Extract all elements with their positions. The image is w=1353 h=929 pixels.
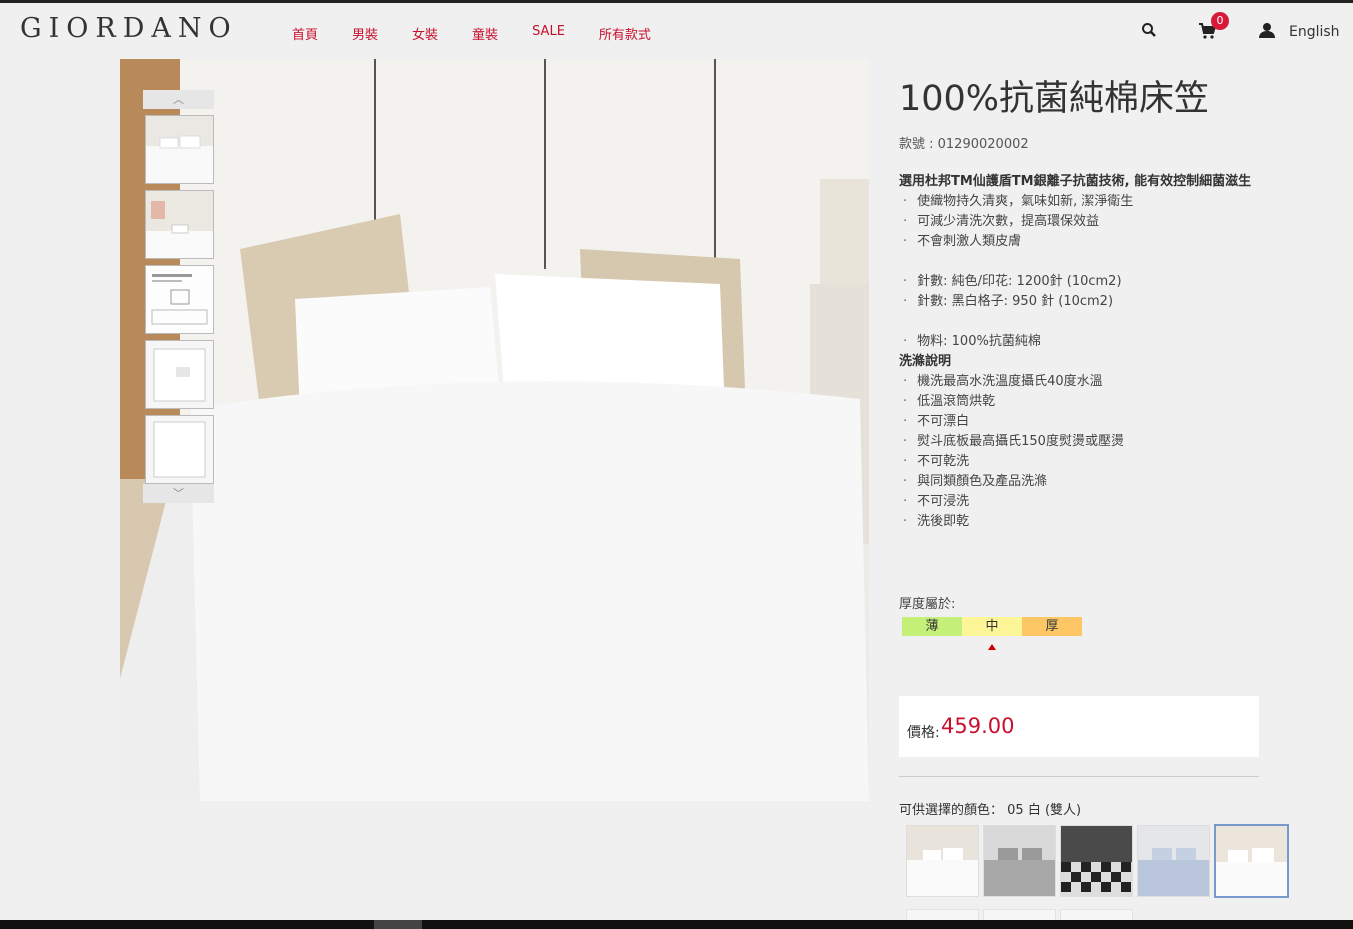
price-box: 價格: 459.00 (899, 696, 1259, 757)
thickness-thin: 薄 (902, 617, 962, 636)
cart-count-badge[interactable]: 0 (1211, 12, 1229, 30)
care-heading: 洗滌說明 (899, 354, 952, 369)
feature-item: 可減少清洗次數，提高環保效益 (899, 212, 1259, 232)
care-item: 機洗最高水洗溫度攝氏40度水溫 (899, 372, 1259, 392)
care-item: 不可乾洗 (899, 452, 1259, 472)
thickness-label: 厚度屬於: (899, 597, 956, 612)
color-swatch[interactable] (1060, 825, 1133, 897)
thickness-medium: 中 (962, 617, 1022, 636)
care-item: 熨斗底板最高攝氏150度熨燙或壓燙 (899, 432, 1259, 452)
scrollbar-thumb[interactable] (374, 920, 422, 929)
language-switch[interactable]: English (1289, 24, 1340, 40)
thumbnail-5[interactable] (145, 415, 214, 484)
thread-count-item: 針數: 黑白格子: 950 針 (10cm2) (899, 292, 1259, 312)
color-label-text: 可供選擇的顏色： (899, 803, 1004, 818)
nav-kids[interactable]: 童裝 (472, 24, 498, 43)
nav-men[interactable]: 男裝 (352, 24, 378, 43)
chevron-down-icon[interactable]: ﹀ (143, 484, 214, 503)
care-item: 洗後即乾 (899, 512, 1259, 532)
care-item: 低溫滾筒烘乾 (899, 392, 1259, 412)
care-item: 與同類顏色及產品洗滌 (899, 472, 1259, 492)
thickness-thick: 厚 (1022, 617, 1082, 636)
bed-photo (120, 59, 869, 801)
nav-women[interactable]: 女裝 (412, 24, 438, 43)
main-nav: 首頁 男裝 女裝 童裝 SALE 所有款式 (292, 24, 685, 43)
thread-count-item: 針數: 純色/印花: 1200針 (10cm2) (899, 272, 1259, 292)
thumbnail-1[interactable] (145, 115, 214, 184)
divider (899, 776, 1259, 777)
nav-sale[interactable]: SALE (532, 24, 565, 43)
nav-home[interactable]: 首頁 (292, 24, 318, 43)
thickness-marker-icon (988, 644, 996, 650)
price-value: 459.00 (941, 714, 1015, 738)
care-item: 不可浸洗 (899, 492, 1259, 512)
thumbnail-rail: ︿ ﹀ (143, 90, 214, 503)
color-swatch-selected[interactable] (1214, 824, 1289, 898)
product-sku: 款號 : 01290020002 (899, 137, 1029, 152)
price-label: 價格: (907, 725, 940, 741)
product-intro: 選用杜邦TM仙護盾TM銀離子抗菌技術, 能有效控制細菌滋生 (899, 174, 1252, 189)
site-header: GIORDANO 首頁 男裝 女裝 童裝 SALE 所有款式 0 English (0, 3, 1353, 58)
feature-item: 使織物持久清爽，氣味如新, 潔淨衛生 (899, 192, 1259, 212)
care-item: 不可漂白 (899, 412, 1259, 432)
product-description: 選用杜邦TM仙護盾TM銀離子抗菌技術, 能有效控制細菌滋生 使織物持久清爽，氣味… (899, 172, 1259, 532)
horizontal-scrollbar[interactable] (0, 920, 1353, 929)
nav-all[interactable]: 所有款式 (599, 24, 651, 43)
user-icon[interactable] (1259, 22, 1275, 38)
chevron-up-icon[interactable]: ︿ (143, 90, 214, 109)
product-title: 100%抗菌純棉床笠 (899, 79, 1210, 119)
product-main-image[interactable] (120, 59, 869, 801)
thumbnail-4[interactable] (145, 340, 214, 409)
brand-logo[interactable]: GIORDANO (20, 13, 238, 44)
color-swatch[interactable] (906, 825, 979, 897)
color-swatch[interactable] (1137, 825, 1210, 897)
thumbnail-3[interactable] (145, 265, 214, 334)
color-selected-value: 05 白 (雙人) (1007, 803, 1082, 818)
search-icon[interactable] (1141, 22, 1157, 38)
material-item: 物料: 100%抗菌純棉 (899, 332, 1259, 352)
color-selection-label: 可供選擇的顏色： 05 白 (雙人) (899, 799, 1081, 818)
color-swatch[interactable] (983, 825, 1056, 897)
thumbnail-2[interactable] (145, 190, 214, 259)
product-info: 100%抗菌純棉床笠 款號 : 01290020002 選用杜邦TM仙護盾TM銀… (899, 70, 1259, 532)
feature-item: 不會刺激人類皮膚 (899, 232, 1259, 252)
color-swatches (906, 824, 1289, 898)
thickness-scale: 薄 中 厚 (902, 617, 1082, 636)
